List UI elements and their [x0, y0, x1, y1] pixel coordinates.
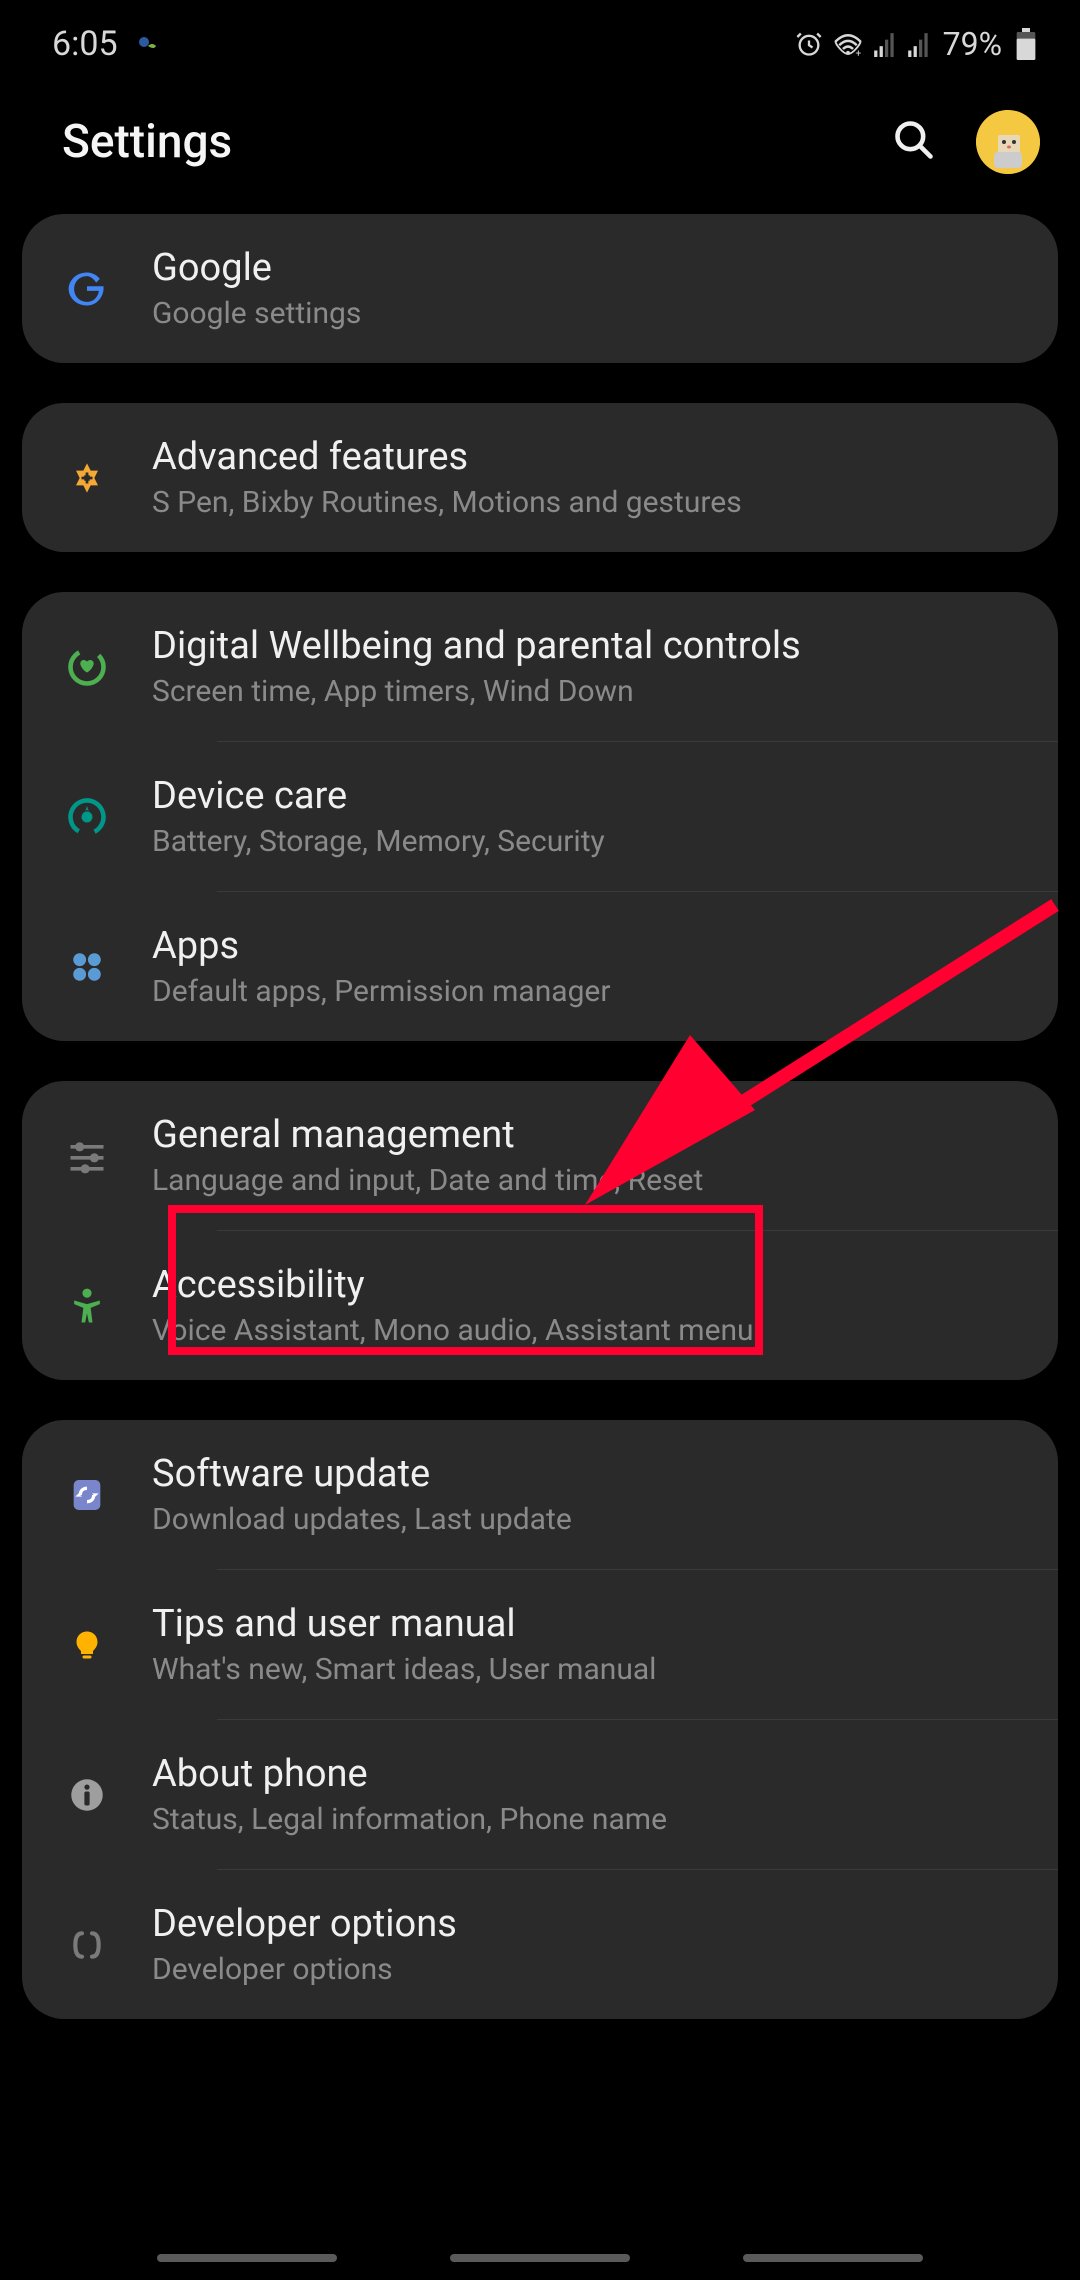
battery-icon: [1014, 28, 1038, 60]
battery-percentage: 79%: [943, 25, 1002, 63]
item-subtitle: Battery, Storage, Memory, Security: [152, 824, 1028, 859]
settings-item-apps[interactable]: Apps Default apps, Permission manager: [22, 892, 1058, 1041]
navigation-bar: [0, 2254, 1080, 2262]
signal-icon-1: [873, 31, 897, 57]
settings-item-google[interactable]: Google Google settings: [22, 214, 1058, 363]
settings-item-digital-wellbeing[interactable]: Digital Wellbeing and parental controls …: [22, 592, 1058, 741]
apps-icon: [52, 943, 122, 991]
item-title: Accessibility: [152, 1263, 1028, 1307]
weather-icon: [136, 32, 160, 56]
settings-item-device-care[interactable]: Device care Battery, Storage, Memory, Se…: [22, 742, 1058, 891]
item-subtitle: Download updates, Last update: [152, 1502, 1028, 1537]
settings-item-accessibility[interactable]: Accessibility Voice Assistant, Mono audi…: [22, 1231, 1058, 1380]
item-text: General management Language and input, D…: [152, 1113, 1028, 1198]
item-subtitle: Developer options: [152, 1952, 1028, 1987]
avatar[interactable]: [976, 110, 1040, 174]
accessibility-icon: [52, 1282, 122, 1330]
settings-group: Digital Wellbeing and parental controls …: [22, 592, 1058, 1041]
about-phone-icon: [52, 1771, 122, 1819]
alarm-icon: [795, 30, 823, 58]
item-title: About phone: [152, 1752, 1028, 1796]
settings-item-advanced-features[interactable]: Advanced features S Pen, Bixby Routines,…: [22, 403, 1058, 552]
item-subtitle: S Pen, Bixby Routines, Motions and gestu…: [152, 485, 1028, 520]
item-title: Digital Wellbeing and parental controls: [152, 624, 1028, 668]
status-bar-right: + 79%: [795, 25, 1038, 63]
item-subtitle: What's new, Smart ideas, User manual: [152, 1652, 1028, 1687]
search-icon: [892, 118, 936, 162]
item-text: Accessibility Voice Assistant, Mono audi…: [152, 1263, 1028, 1348]
item-subtitle: Screen time, App timers, Wind Down: [152, 674, 1028, 709]
item-text: About phone Status, Legal information, P…: [152, 1752, 1028, 1837]
google-icon: [52, 265, 122, 313]
avatar-image: [976, 110, 1040, 174]
search-button[interactable]: [892, 118, 936, 166]
item-subtitle: Voice Assistant, Mono audio, Assistant m…: [152, 1313, 1028, 1348]
device-care-icon: [52, 793, 122, 841]
item-subtitle: Language and input, Date and time, Reset: [152, 1163, 1028, 1198]
item-text: Device care Battery, Storage, Memory, Se…: [152, 774, 1028, 859]
header-actions: [892, 110, 1040, 174]
item-title: General management: [152, 1113, 1028, 1157]
status-icons: +: [795, 30, 931, 58]
settings-item-general-management[interactable]: General management Language and input, D…: [22, 1081, 1058, 1230]
settings-group: Google Google settings: [22, 214, 1058, 363]
item-subtitle: Google settings: [152, 296, 1028, 331]
developer-options-icon: [52, 1921, 122, 1969]
item-text: Apps Default apps, Permission manager: [152, 924, 1028, 1009]
item-title: Apps: [152, 924, 1028, 968]
svg-text:+: +: [855, 49, 861, 58]
settings-item-tips[interactable]: Tips and user manual What's new, Smart i…: [22, 1570, 1058, 1719]
item-subtitle: Status, Legal information, Phone name: [152, 1802, 1028, 1837]
item-title: Developer options: [152, 1902, 1028, 1946]
item-title: Advanced features: [152, 435, 1028, 479]
item-text: Digital Wellbeing and parental controls …: [152, 624, 1028, 709]
wifi-icon: +: [833, 31, 863, 57]
item-title: Tips and user manual: [152, 1602, 1028, 1646]
item-title: Device care: [152, 774, 1028, 818]
nav-recents[interactable]: [157, 2254, 337, 2262]
item-title: Software update: [152, 1452, 1028, 1496]
tips-icon: [52, 1621, 122, 1669]
settings-item-software-update[interactable]: Software update Download updates, Last u…: [22, 1420, 1058, 1569]
item-text: Advanced features S Pen, Bixby Routines,…: [152, 435, 1028, 520]
software-update-icon: [52, 1471, 122, 1519]
settings-item-about-phone[interactable]: About phone Status, Legal information, P…: [22, 1720, 1058, 1869]
status-time: 6:05: [52, 24, 118, 64]
status-bar-left: 6:05: [52, 24, 160, 64]
settings-item-developer-options[interactable]: Developer options Developer options: [22, 1870, 1058, 2019]
item-subtitle: Default apps, Permission manager: [152, 974, 1028, 1009]
header: Settings: [0, 80, 1080, 214]
wellbeing-icon: [52, 643, 122, 691]
settings-group: General management Language and input, D…: [22, 1081, 1058, 1380]
settings-list: Google Google settings Advanced features…: [0, 214, 1080, 2019]
item-text: Google Google settings: [152, 246, 1028, 331]
item-text: Tips and user manual What's new, Smart i…: [152, 1602, 1028, 1687]
item-text: Software update Download updates, Last u…: [152, 1452, 1028, 1537]
nav-home[interactable]: [450, 2254, 630, 2262]
settings-group: Software update Download updates, Last u…: [22, 1420, 1058, 2019]
signal-icon-2: [907, 31, 931, 57]
item-text: Developer options Developer options: [152, 1902, 1028, 1987]
advanced-features-icon: [52, 454, 122, 502]
status-bar: 6:05 +: [0, 0, 1080, 80]
settings-group: Advanced features S Pen, Bixby Routines,…: [22, 403, 1058, 552]
nav-back[interactable]: [743, 2254, 923, 2262]
page-title: Settings: [62, 115, 232, 169]
general-management-icon: [52, 1132, 122, 1180]
item-title: Google: [152, 246, 1028, 290]
